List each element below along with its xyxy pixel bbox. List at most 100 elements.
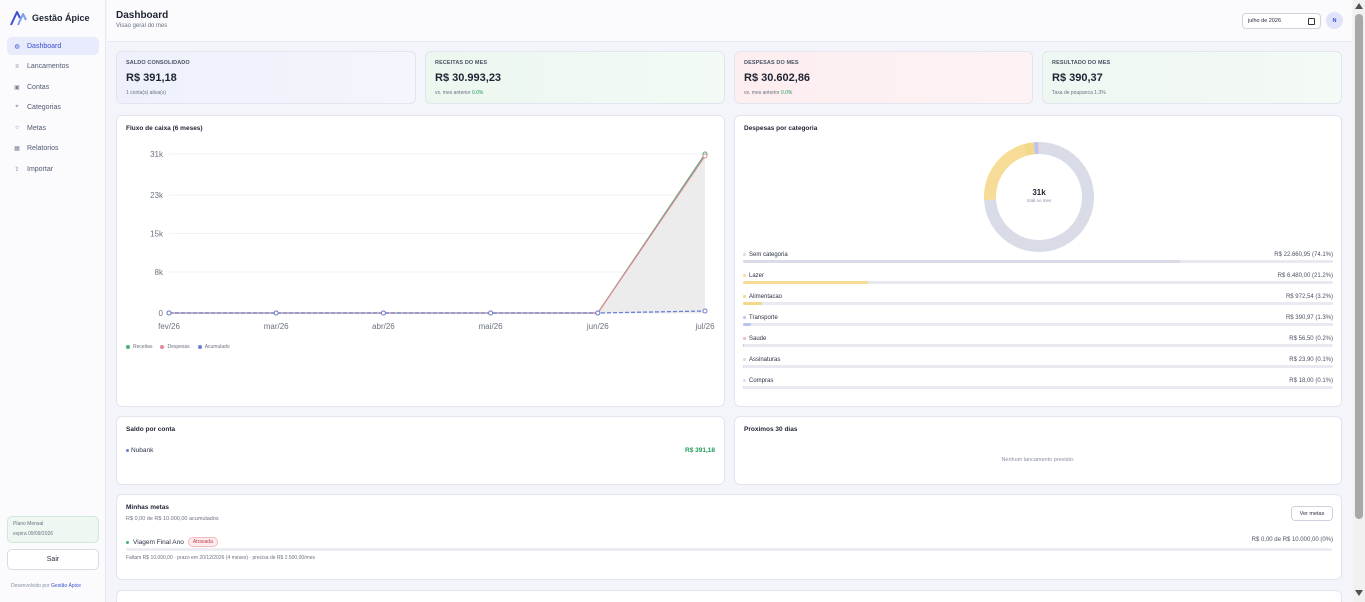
sidebar-item-contas[interactable]: ▣ Contas	[7, 78, 99, 96]
stat-label: DESPESAS DO MES	[744, 60, 799, 66]
x-tick-label: fev/26	[158, 322, 180, 331]
sidebar-item-label: Contas	[27, 83, 50, 91]
stat-card-balance: SALDO CONSOLIDADO R$ 391,18 1 conta(s) a…	[116, 51, 416, 104]
data-point-acumulado[interactable]	[166, 310, 172, 316]
stat-value: R$ 390,37	[1052, 72, 1103, 84]
scroll-down-icon[interactable]	[1355, 590, 1363, 596]
goal-name: Viagem Final Ano	[133, 538, 184, 546]
data-point-acumulado[interactable]	[380, 310, 386, 316]
next-card	[116, 590, 1342, 602]
sidebar-item-label: Metas	[27, 124, 47, 132]
category-bar-fill	[743, 260, 1181, 263]
tag-icon: ⌖	[15, 104, 19, 111]
category-name: Alimentacao	[743, 294, 782, 300]
goals-card: Minhas metas R$ 0,00 de R$ 10.000,00 acu…	[116, 494, 1342, 580]
sidebar-nav: ◍ Dashboard ≡ Lancamentos ▣ Contas ⌖ Categorias…	[7, 37, 99, 181]
category-bar-track	[743, 302, 1333, 305]
category-dot-icon	[743, 315, 746, 319]
goal-dot-icon	[126, 540, 129, 544]
month-picker[interactable]: julho de 2026	[1242, 13, 1321, 29]
category-name: Saude	[743, 336, 766, 342]
scrollbar-thumb[interactable]	[1355, 14, 1363, 519]
category-dot-icon	[743, 294, 746, 298]
category-bar-fill	[743, 365, 744, 368]
sidebar-item-metas[interactable]: ○ Metas	[7, 119, 99, 137]
goals-title: Minhas metas	[126, 504, 169, 511]
plan-card: Plano Mensal expira 09/09/2026	[7, 516, 99, 543]
stat-card-expenses: DESPESAS DO MES R$ 30.602,86 vs. mes ant…	[734, 51, 1033, 104]
data-point-acumulado[interactable]	[273, 310, 279, 316]
stat-value: R$ 30.602,86	[744, 72, 811, 84]
legend-item-receitas: Receitas	[126, 344, 152, 350]
y-tick-label: 23k	[150, 191, 164, 200]
category-donut-chart	[984, 142, 1094, 252]
plan-expiry: expira 09/09/2026	[13, 531, 54, 537]
category-value: R$ 390,97 (1.3%)	[1285, 315, 1333, 321]
avatar[interactable]: N	[1326, 12, 1343, 29]
category-dot-icon	[743, 336, 746, 340]
target-icon: ○	[15, 125, 19, 132]
donut-total: 31k	[1032, 188, 1046, 197]
calendar-icon[interactable]	[1308, 18, 1315, 25]
stat-card-income: RECEITAS DO MES R$ 30.993,23 vs. mes ant…	[425, 51, 725, 104]
sidebar-item-label: Dashboard	[27, 42, 62, 50]
logout-button[interactable]: Sair	[7, 549, 99, 570]
accounts-title: Saldo por conta	[126, 426, 176, 433]
page-title: Dashboard	[116, 10, 169, 21]
legend-item-despesas: Despesas	[160, 344, 190, 350]
cashflow-chart: 0 8k 15k 23k 31k fev/26 mar/26 abr/26 mai/26 jun/…	[150, 150, 715, 331]
developer-link[interactable]: Gestão Ápice	[51, 583, 81, 589]
y-tick-label: 15k	[150, 230, 164, 239]
y-tick-label: 8k	[155, 268, 164, 277]
data-point-acumulado[interactable]	[702, 308, 708, 314]
data-point-acumulado[interactable]	[595, 310, 601, 316]
account-name[interactable]: Nubank	[126, 447, 153, 454]
data-point-acumulado[interactable]	[488, 310, 494, 316]
scroll-up-icon[interactable]	[1355, 3, 1363, 9]
sidebar: Gestão Ápice ◍ Dashboard ≡ Lancamentos ▣ Cont…	[0, 0, 106, 602]
list-icon: ≡	[15, 63, 19, 70]
upcoming-card: Proximos 30 dias Nenhum lancamento previ…	[734, 416, 1342, 485]
page-subtitle: Visao geral do mes	[116, 23, 168, 29]
developer-credit-prefix: Desenvolvido por	[11, 583, 50, 589]
accounts-card: Saldo por conta Nubank R$ 391,18	[116, 416, 725, 485]
developer-credit: Desenvolvido por Gestão Ápice	[11, 583, 81, 589]
brand[interactable]: Gestão Ápice	[10, 10, 90, 26]
sidebar-item-relatorios[interactable]: ▦ Relatorios	[7, 140, 99, 158]
account-balance: R$ 391,18	[685, 447, 715, 454]
stat-value: R$ 30.993,23	[435, 72, 502, 84]
dashboard-icon: ◍	[14, 43, 20, 50]
sidebar-item-dashboard[interactable]: ◍ Dashboard	[7, 37, 99, 55]
x-tick-label: mar/26	[264, 322, 289, 331]
legend-item-acumulado: Acumulado	[197, 344, 230, 350]
sidebar-item-importar[interactable]: ⇪ Importar	[7, 161, 99, 179]
legend-dot-icon	[160, 344, 165, 349]
logo-icon	[10, 11, 27, 26]
category-name: Transporte	[743, 315, 778, 321]
category-bar-track	[743, 260, 1333, 263]
sidebar-item-categorias[interactable]: ⌖ Categorias	[7, 99, 99, 117]
upcoming-empty-message: Nenhum lancamento previsto.	[1001, 457, 1075, 463]
page-scrollbar[interactable]	[1353, 0, 1365, 602]
category-dot-icon	[743, 357, 746, 361]
sidebar-item-lancamentos[interactable]: ≡ Lancamentos	[7, 58, 99, 76]
stat-card-result: RESULTADO DO MES R$ 390,37 Taxa de poupa…	[1042, 51, 1342, 104]
category-value: R$ 18,00 (0.1%)	[1289, 378, 1333, 384]
category-name: Assinaturas	[743, 357, 780, 363]
category-dot-icon	[743, 252, 746, 256]
goal-item[interactable]: Viagem Final Ano Atrasada	[126, 537, 218, 547]
x-tick-label: mai/26	[479, 322, 504, 331]
category-name: Compras	[743, 378, 773, 384]
legend-dot-icon	[126, 344, 130, 349]
view-goals-button[interactable]: Ver metas	[1291, 506, 1333, 521]
stat-label: RECEITAS DO MES	[435, 60, 488, 66]
cashflow-card: Fluxo de caixa (6 meses) 0 8k 15k 23k 31k fev…	[116, 115, 725, 407]
brand-name: Gestão Ápice	[32, 13, 90, 23]
data-point-despesas[interactable]	[702, 153, 708, 159]
category-bar-track	[743, 281, 1333, 284]
sidebar-item-label: Categorias	[27, 104, 61, 112]
sidebar-item-label: Lancamentos	[27, 63, 70, 71]
stat-note: 1 conta(s) ativa(s)	[126, 90, 167, 96]
category-bar-fill	[743, 323, 751, 326]
account-dot-icon	[126, 448, 129, 452]
